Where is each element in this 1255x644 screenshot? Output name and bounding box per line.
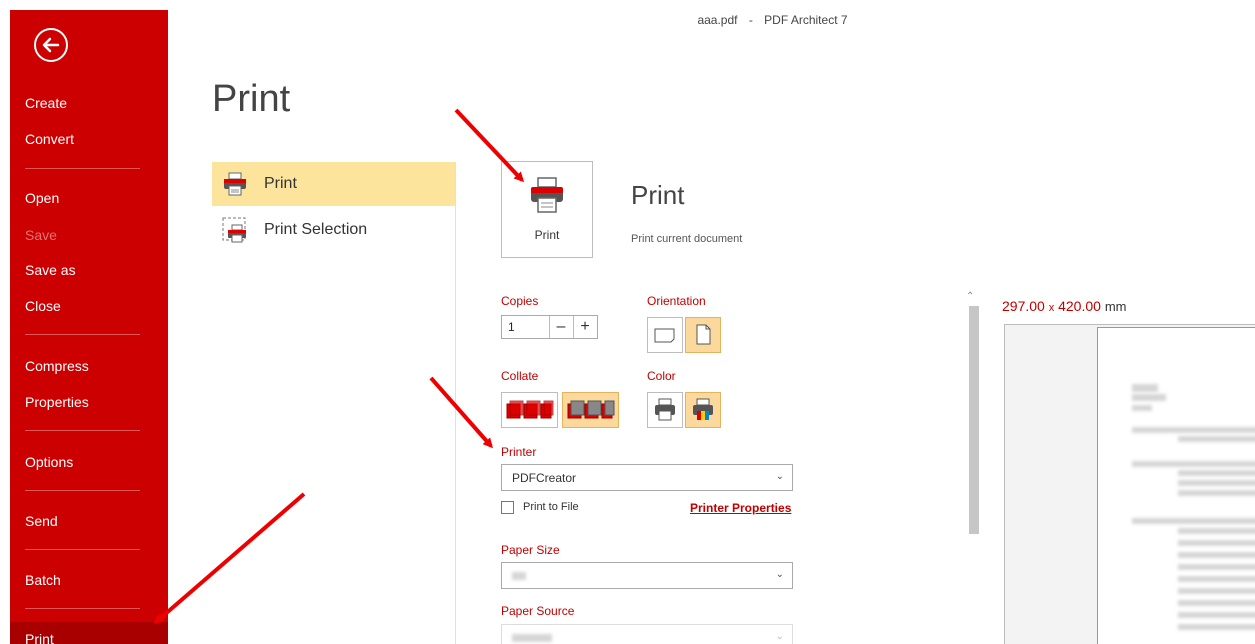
nav-create[interactable]: Create	[10, 89, 168, 117]
chevron-down-icon: ⌄	[775, 631, 784, 642]
nav-open[interactable]: Open	[10, 184, 168, 212]
copies-stepper: 1 – +	[501, 315, 598, 339]
nav-options[interactable]: Options	[10, 448, 168, 476]
nav-batch[interactable]: Batch	[10, 566, 168, 594]
document-filename: aaa.pdf	[697, 13, 738, 27]
paper-size-label: Paper Size	[501, 543, 560, 557]
nav-close[interactable]: Close	[10, 292, 168, 320]
uncollated-icon[interactable]	[501, 392, 558, 428]
nav-divider	[25, 430, 140, 431]
paper-size-select[interactable]: ⌄	[501, 562, 793, 589]
blurred-value	[512, 572, 526, 580]
nav-compress[interactable]: Compress	[10, 352, 168, 380]
paper-source-select: ⌄	[501, 624, 793, 644]
copies-value[interactable]: 1	[508, 320, 515, 334]
nav-divider	[25, 334, 140, 335]
page-height: 420.00	[1058, 298, 1101, 314]
print-preview	[1004, 324, 1255, 644]
print-heading: Print	[631, 180, 685, 210]
scrollbar-thumb[interactable]	[969, 306, 979, 534]
print-to-file-checkbox[interactable]	[501, 501, 514, 514]
blurred-value	[512, 634, 552, 642]
print-option-print[interactable]: Print	[212, 162, 455, 206]
dimension-separator: x	[1048, 302, 1055, 314]
scroll-up-icon[interactable]: ⌃	[966, 291, 974, 302]
printer-select[interactable]: PDFCreator ⌄	[501, 464, 793, 491]
landscape-icon[interactable]	[647, 317, 683, 353]
printer-properties-link[interactable]: Printer Properties	[690, 501, 791, 515]
print-options-list: Print Print Selection	[212, 162, 456, 644]
printer-label: Printer	[501, 445, 537, 459]
printer-icon	[529, 176, 565, 221]
printer-icon	[222, 171, 248, 197]
print-description: Print current document	[631, 233, 743, 245]
nav-print[interactable]: Print	[10, 622, 168, 644]
color-label: Color	[647, 369, 676, 383]
backstage-sidebar: Create Convert Open Save Save as Close C…	[10, 10, 168, 644]
nav-divider	[25, 168, 140, 169]
nav-send[interactable]: Send	[10, 507, 168, 535]
dimension-unit: mm	[1104, 299, 1127, 314]
print-option-label: Print Selection	[264, 221, 368, 238]
collate-label: Collate	[501, 369, 539, 383]
nav-divider	[25, 490, 140, 491]
print-selection-icon	[222, 217, 248, 243]
nav-divider	[25, 608, 140, 609]
printer-value: PDFCreator	[512, 471, 577, 485]
copies-label: Copies	[501, 294, 539, 308]
back-arrow-icon[interactable]	[34, 28, 68, 62]
grayscale-printer-icon[interactable]	[647, 392, 683, 428]
chevron-down-icon: ⌄	[775, 471, 784, 482]
color-printer-icon[interactable]	[685, 392, 721, 428]
nav-divider	[25, 549, 140, 550]
nav-save: Save	[25, 227, 57, 243]
print-button-label: Print	[534, 228, 560, 242]
page-dimensions: 297.00 x 420.00 mm	[1002, 298, 1127, 314]
print-button[interactable]: Print	[501, 161, 593, 258]
paper-source-label: Paper Source	[501, 604, 575, 618]
orientation-label: Orientation	[647, 294, 706, 308]
chevron-down-icon: ⌄	[775, 569, 784, 580]
page-title: Print	[212, 78, 291, 120]
portrait-icon[interactable]	[685, 317, 721, 353]
print-option-label: Print	[264, 175, 297, 192]
preview-page	[1097, 327, 1255, 644]
nav-save-as[interactable]: Save as	[10, 256, 168, 284]
collated-icon[interactable]	[562, 392, 619, 428]
decrement-button[interactable]: –	[549, 316, 572, 338]
print-to-file-label: Print to File	[523, 501, 579, 513]
print-option-print-selection[interactable]: Print Selection	[212, 208, 455, 252]
window-title: aaa.pdf - PDF Architect 7	[0, 13, 1255, 27]
app-name: PDF Architect 7	[764, 13, 848, 27]
nav-convert[interactable]: Convert	[10, 125, 168, 153]
increment-button[interactable]: +	[573, 316, 596, 338]
title-separator: -	[748, 13, 753, 27]
page-width: 297.00	[1002, 298, 1045, 314]
nav-properties[interactable]: Properties	[10, 388, 168, 416]
